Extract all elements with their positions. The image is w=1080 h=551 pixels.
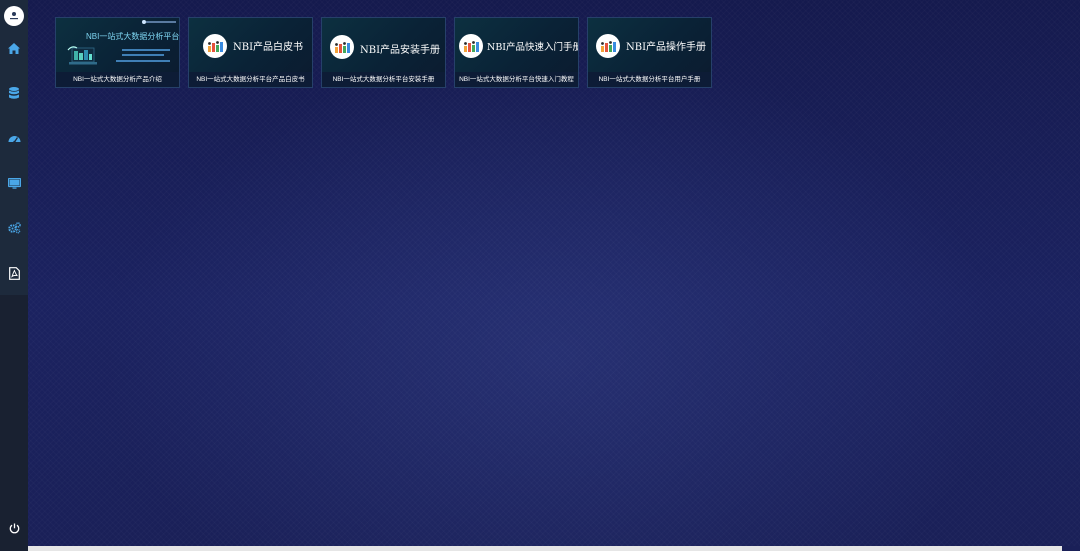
logo[interactable] <box>4 6 24 26</box>
sidebar <box>0 0 28 551</box>
dashboard-icon <box>8 136 20 143</box>
sidebar-item-monitor[interactable] <box>0 171 28 195</box>
home-icon <box>8 42 20 54</box>
gears-icon <box>7 222 21 234</box>
card-thumbnail: NBI一站式大数据分析平台 <box>56 18 179 73</box>
card-user-manual[interactable]: NBI产品操作手册 NBI一站式大数据分析平台用户手册 <box>587 17 712 88</box>
thumbnail-title: NBI一站式大数据分析平台 <box>86 32 179 41</box>
thumbnail-title: NBI产品快速入门手册 <box>487 41 578 53</box>
database-icon <box>9 86 19 99</box>
card-caption: NBI一站式大数据分析产品介绍 <box>56 72 179 87</box>
card-install-manual[interactable]: NBI产品安装手册 NBI一站式大数据分析平台安装手册 <box>321 17 446 88</box>
monitor-icon <box>7 177 21 189</box>
pdf-file-icon <box>8 266 20 280</box>
chart-people-icon <box>596 33 620 58</box>
power-icon <box>9 523 19 533</box>
card-thumbnail: NBI产品操作手册 <box>588 18 711 73</box>
card-caption: NBI一站式大数据分析平台用户手册 <box>588 72 711 87</box>
laptop-icon <box>67 46 97 65</box>
logo-icon <box>10 12 18 20</box>
sidebar-item-home[interactable] <box>0 36 28 60</box>
sidebar-item-settings[interactable] <box>0 216 28 240</box>
card-caption: NBI一站式大数据分析平台快速入门教程 <box>455 72 578 87</box>
sidebar-item-database[interactable] <box>0 81 28 105</box>
chart-people-icon <box>330 35 354 59</box>
card-thumbnail: NBI产品安装手册 <box>322 18 445 73</box>
thumbnail-line <box>122 54 164 56</box>
thumbnail-line <box>122 49 170 51</box>
thumbnail-line <box>116 60 170 62</box>
card-thumbnail: NBI产品快速入门手册 <box>455 18 578 73</box>
card-caption: NBI一站式大数据分析平台安装手册 <box>322 72 445 87</box>
sidebar-item-dashboard[interactable] <box>0 126 28 150</box>
horizontal-scrollbar[interactable] <box>28 546 1062 551</box>
card-whitepaper[interactable]: NBI产品白皮书 NBI一站式大数据分析平台产品白皮书 <box>188 17 313 88</box>
sidebar-item-pdf[interactable] <box>0 261 28 285</box>
thumbnail-title: NBI产品白皮书 <box>233 42 304 53</box>
card-thumbnail: NBI产品白皮书 <box>189 18 312 73</box>
thumbnail-bar <box>146 21 176 23</box>
power-button[interactable] <box>0 516 28 540</box>
thumbnail-title: NBI产品操作手册 <box>626 42 707 53</box>
thumbnail-title: NBI产品安装手册 <box>360 45 441 56</box>
card-product-intro[interactable]: NBI一站式大数据分析平台 NBI一站式大数据分析产品介绍 <box>55 17 180 88</box>
document-cards: NBI一站式大数据分析平台 NBI一站式大数据分析产品介绍 NBI产品白皮书 N… <box>55 17 712 88</box>
card-caption: NBI一站式大数据分析平台产品白皮书 <box>189 72 312 87</box>
chart-people-icon <box>459 33 483 58</box>
sidebar-lower-panel <box>0 295 28 551</box>
chart-people-icon <box>203 33 227 58</box>
card-quickstart-manual[interactable]: NBI产品快速入门手册 NBI一站式大数据分析平台快速入门教程 <box>454 17 579 88</box>
